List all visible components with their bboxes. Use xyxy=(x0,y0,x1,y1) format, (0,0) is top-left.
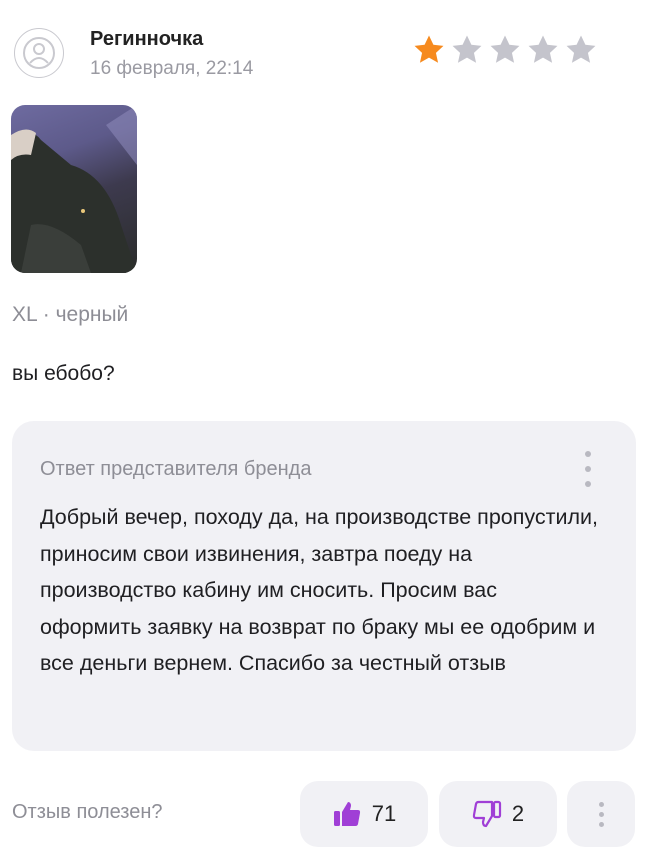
dislike-button[interactable]: 2 xyxy=(439,781,557,847)
review-author: Регинночка xyxy=(90,28,204,50)
user-icon xyxy=(23,37,55,69)
star-icon xyxy=(528,35,558,63)
dislike-count: 2 xyxy=(511,801,525,826)
thumbs-up-icon xyxy=(333,802,360,826)
more-dot xyxy=(585,481,591,487)
brand-reply: Ответ представителя бренда Добрый вечер,… xyxy=(12,421,636,751)
more-dot xyxy=(598,811,604,817)
brand-reply-title: Ответ представителя бренда xyxy=(40,458,312,480)
review-photo[interactable] xyxy=(11,105,137,273)
star-icon xyxy=(566,35,596,63)
like-button[interactable]: 71 xyxy=(300,781,428,847)
more-vertical-icon xyxy=(598,801,604,807)
rating-stars xyxy=(412,33,598,67)
product-variant: XL · черный xyxy=(12,303,129,326)
more-options-button[interactable] xyxy=(567,781,635,847)
more-dot xyxy=(585,466,591,472)
brand-reply-text: Добрый вечер, походу да, на производстве… xyxy=(40,505,599,675)
star-icon xyxy=(490,35,520,63)
more-dot xyxy=(598,821,604,827)
review-photo-image xyxy=(11,105,137,273)
more-vertical-icon xyxy=(585,451,591,457)
review-date: 16 февраля, 22:14 xyxy=(90,58,254,79)
star-icon xyxy=(452,35,482,63)
reply-more-button[interactable] xyxy=(582,451,594,487)
star-icon xyxy=(414,35,444,63)
thumbs-down-icon xyxy=(472,800,501,828)
review-text: вы ебобо? xyxy=(12,362,115,385)
helpful-question: Отзыв полезен? xyxy=(12,801,163,823)
like-count: 71 xyxy=(371,801,397,826)
avatar[interactable] xyxy=(14,28,64,78)
